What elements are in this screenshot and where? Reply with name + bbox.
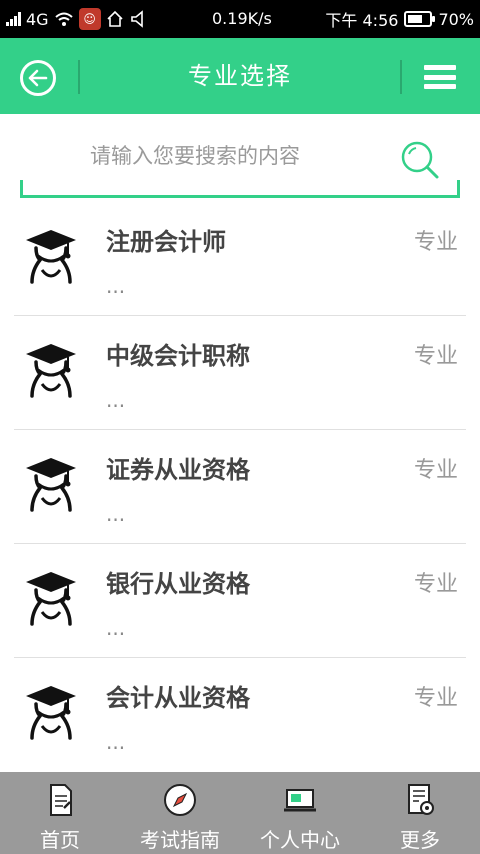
item-subtitle: ... bbox=[106, 274, 126, 298]
item-subtitle: ... bbox=[106, 730, 126, 754]
list-item[interactable]: 银行从业资格 ... 专业 bbox=[14, 544, 466, 658]
nav-label: 个人中心 bbox=[260, 828, 340, 852]
battery-icon bbox=[404, 11, 436, 27]
graduate-cap-icon bbox=[26, 572, 76, 626]
nav-item-personal-center[interactable]: 个人中心 bbox=[240, 772, 360, 854]
network-type: 4G bbox=[26, 9, 49, 29]
search-input[interactable] bbox=[90, 136, 390, 176]
wifi-icon bbox=[54, 12, 73, 26]
search-icon[interactable] bbox=[400, 140, 440, 180]
home-icon bbox=[107, 10, 123, 27]
speaker-icon bbox=[130, 10, 143, 28]
nav-label: 更多 bbox=[400, 828, 440, 852]
item-subtitle: ... bbox=[106, 388, 126, 412]
header-divider bbox=[400, 60, 402, 94]
item-tag: 专业 bbox=[413, 572, 458, 597]
item-title: 银行从业资格 bbox=[106, 570, 250, 598]
compass-icon bbox=[164, 784, 196, 816]
item-title: 会计从业资格 bbox=[106, 684, 250, 712]
clock: 下午 4:56 bbox=[325, 11, 399, 30]
menu-button[interactable] bbox=[424, 65, 456, 89]
nav-label: 首页 bbox=[40, 828, 80, 852]
search-bar bbox=[20, 128, 460, 198]
item-title: 证券从业资格 bbox=[106, 456, 250, 484]
item-title: 注册会计师 bbox=[106, 228, 226, 256]
graduate-cap-icon bbox=[26, 458, 76, 512]
battery-percent: 70% bbox=[438, 9, 474, 29]
graduate-cap-icon bbox=[26, 344, 76, 398]
status-bar: 4G ☺ 0.19K/s 下午 4:56 70% bbox=[0, 0, 480, 38]
nav-item-exam-guide[interactable]: 考试指南 bbox=[120, 772, 240, 854]
document-icon bbox=[50, 784, 72, 816]
settings-list-icon bbox=[408, 784, 434, 815]
app-header: 专业选择 bbox=[0, 38, 480, 114]
nav-item-home[interactable]: 首页 bbox=[0, 772, 120, 854]
major-list: 注册会计师 ... 专业 中级会计职称 ... 专业 证券从业资格 ... 专业 bbox=[14, 202, 466, 772]
item-tag: 专业 bbox=[413, 458, 458, 483]
item-tag: 专业 bbox=[413, 686, 458, 711]
laptop-icon bbox=[284, 789, 316, 812]
list-item[interactable]: 会计从业资格 ... 专业 bbox=[14, 658, 466, 772]
list-item[interactable]: 中级会计职称 ... 专业 bbox=[14, 316, 466, 430]
page-title: 专业选择 bbox=[188, 62, 292, 90]
item-subtitle: ... bbox=[106, 502, 126, 526]
item-tag: 专业 bbox=[413, 230, 458, 255]
list-item[interactable]: 注册会计师 ... 专业 bbox=[14, 202, 466, 316]
graduate-cap-icon bbox=[26, 230, 76, 284]
nav-label: 考试指南 bbox=[140, 828, 220, 852]
network-speed: 0.19K/s bbox=[212, 9, 272, 28]
graduate-cap-icon bbox=[26, 686, 76, 740]
nav-item-more[interactable]: 更多 bbox=[360, 772, 480, 854]
item-tag: 专业 bbox=[413, 344, 458, 369]
item-title: 中级会计职称 bbox=[106, 342, 250, 370]
signal-icon bbox=[6, 12, 21, 26]
app-notification-icon: ☺ bbox=[78, 8, 101, 30]
item-subtitle: ... bbox=[106, 616, 126, 640]
list-item[interactable]: 证券从业资格 ... 专业 bbox=[14, 430, 466, 544]
bottom-nav: 首页 考试指南 个人中心 更多 bbox=[0, 772, 480, 854]
